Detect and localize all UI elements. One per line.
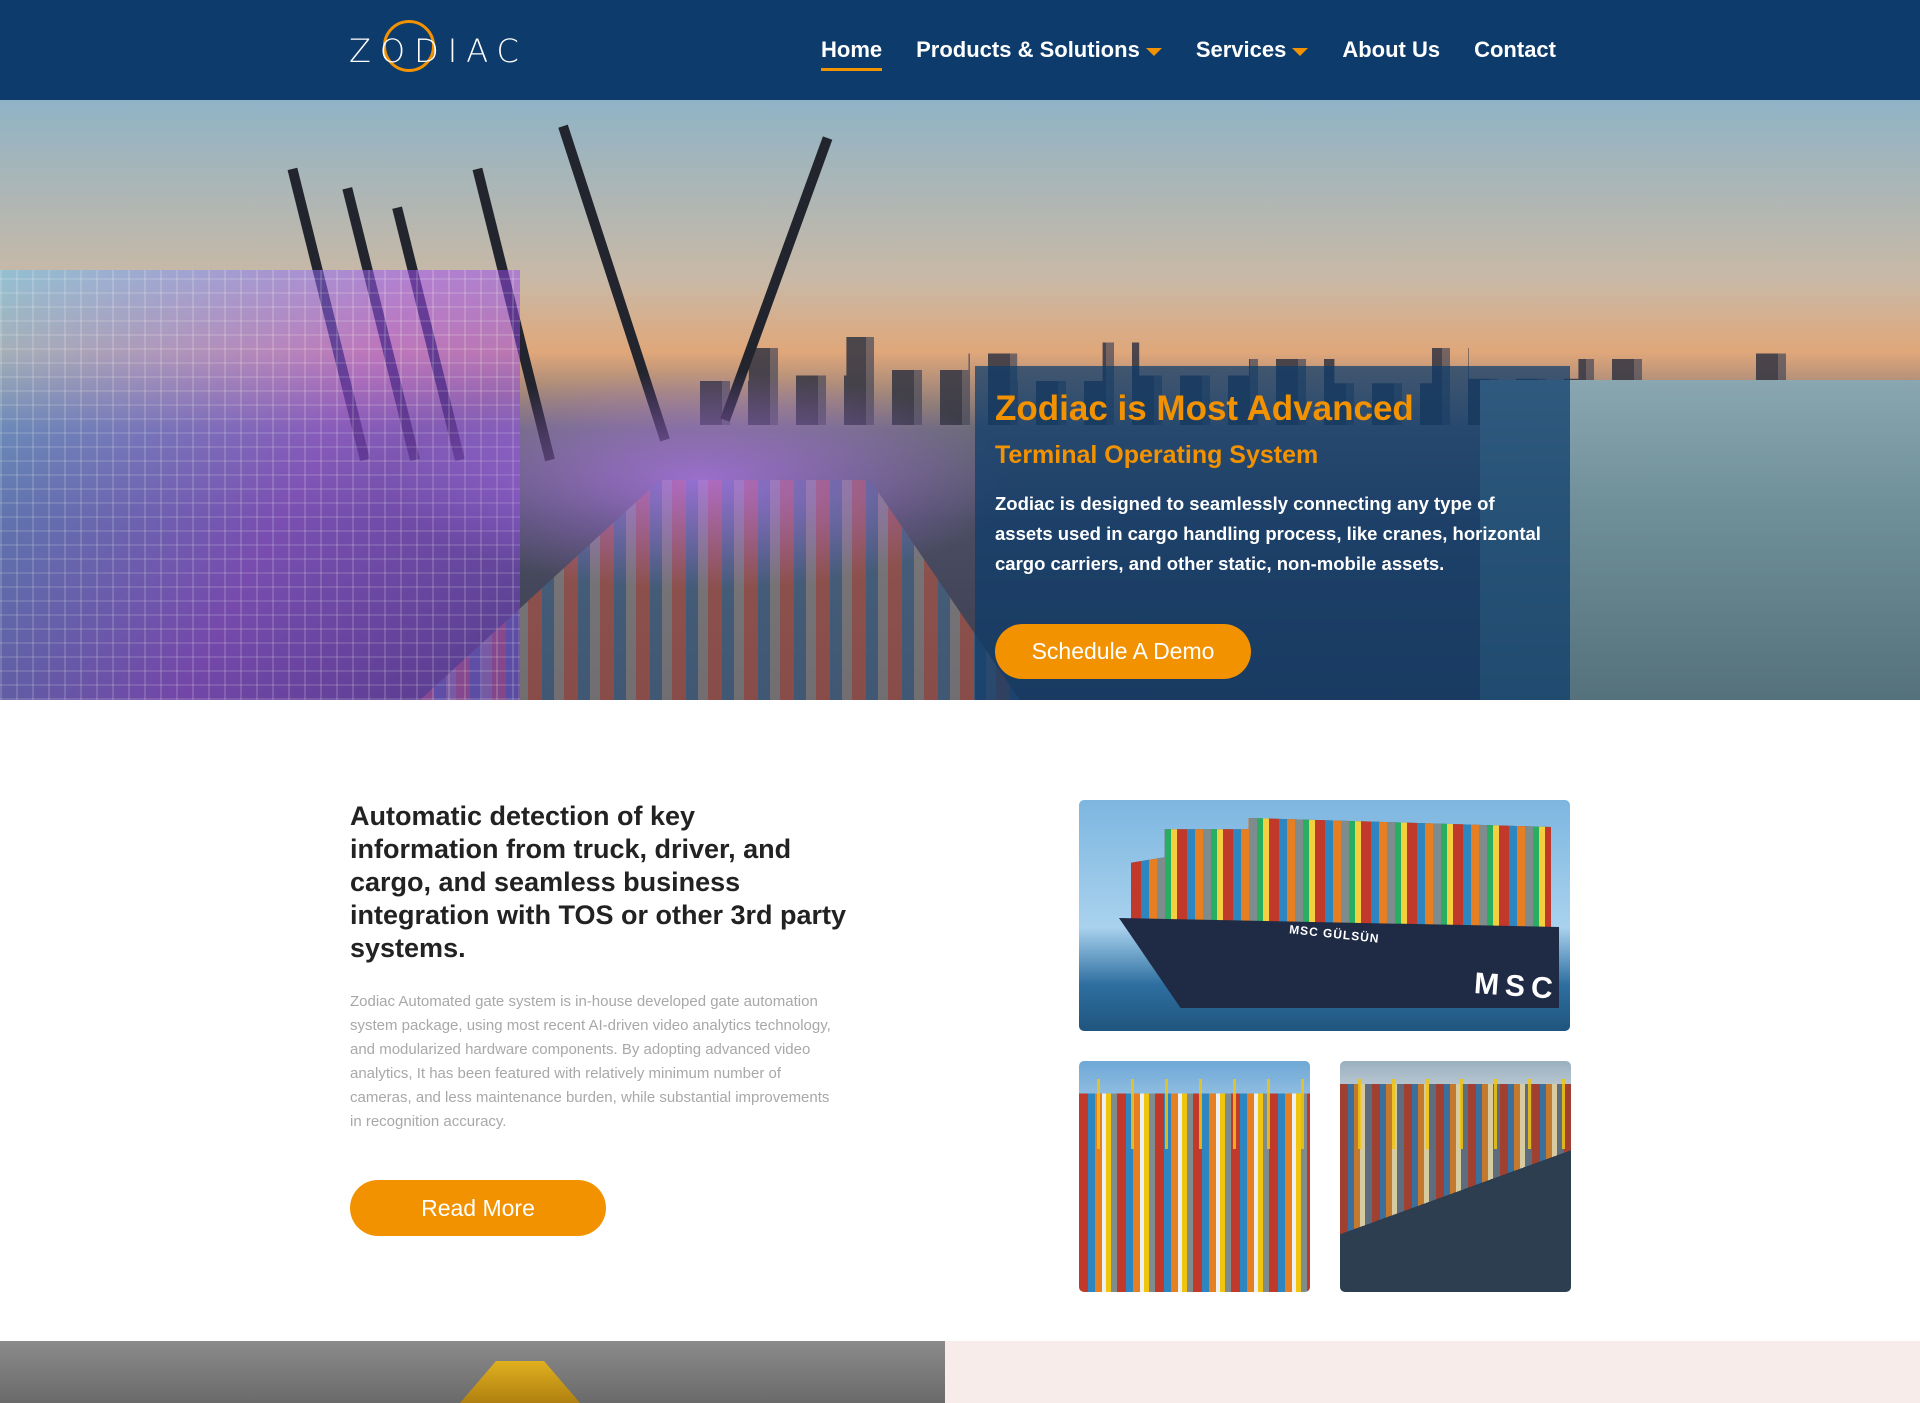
crane-top-shape <box>460 1361 580 1403</box>
nav-about-label: About Us <box>1342 37 1441 62</box>
yard-cranes-shape <box>1079 1079 1310 1149</box>
ship-cargo-shape <box>1131 818 1551 930</box>
hero-banner: Zodiac is Most Advanced Terminal Operati… <box>0 100 1920 700</box>
ship-logo-text: MSC <box>1472 967 1560 1006</box>
nav-products-solutions[interactable]: Products & Solutions <box>916 37 1162 63</box>
nav-contact[interactable]: Contact <box>1474 37 1556 63</box>
zodiac-logo[interactable]: ZODIAC <box>349 18 519 82</box>
hero-text-panel: Zodiac is Most Advanced Terminal Operati… <box>975 366 1570 700</box>
container-ship-image: MSC GÜLSÜN MSC <box>1079 800 1570 1031</box>
nav-home[interactable]: Home <box>821 37 883 71</box>
feature-body: Zodiac Automated gate system is in-house… <box>350 993 831 1130</box>
caret-down-icon <box>1145 48 1162 56</box>
feature-heading: Automatic detection of key information f… <box>350 801 847 963</box>
container-yard-image-2 <box>1340 1061 1571 1292</box>
bottom-crane-image <box>0 1341 945 1403</box>
nav-about-us[interactable]: About Us <box>1342 37 1440 63</box>
hero-description: Zodiac is designed to seamlessly connect… <box>995 493 1541 574</box>
nav-products-label: Products & Solutions <box>916 37 1140 62</box>
nav-services[interactable]: Services <box>1196 37 1309 63</box>
site-header: ZODIAC Home Products & Solutions Service… <box>0 0 1920 100</box>
schedule-demo-button[interactable]: Schedule A Demo <box>995 624 1251 679</box>
nav-home-label: Home <box>821 37 883 62</box>
caret-down-icon <box>1292 48 1309 56</box>
main-nav: Home Products & Solutions Services About… <box>787 0 1556 100</box>
hero-glow-overlay <box>380 370 1020 590</box>
nav-services-label: Services <box>1195 37 1287 62</box>
logo-text: ZODIAC <box>349 32 528 70</box>
bottom-panel <box>945 1341 1920 1403</box>
container-yard-image-1 <box>1079 1061 1310 1292</box>
hero-subtitle: Terminal Operating System <box>995 441 1319 469</box>
read-more-button[interactable]: Read More <box>350 1180 606 1236</box>
nav-contact-label: Contact <box>1474 37 1556 62</box>
hero-title: Zodiac is Most Advanced <box>995 389 1414 428</box>
yard-cranes-shape <box>1340 1079 1571 1149</box>
